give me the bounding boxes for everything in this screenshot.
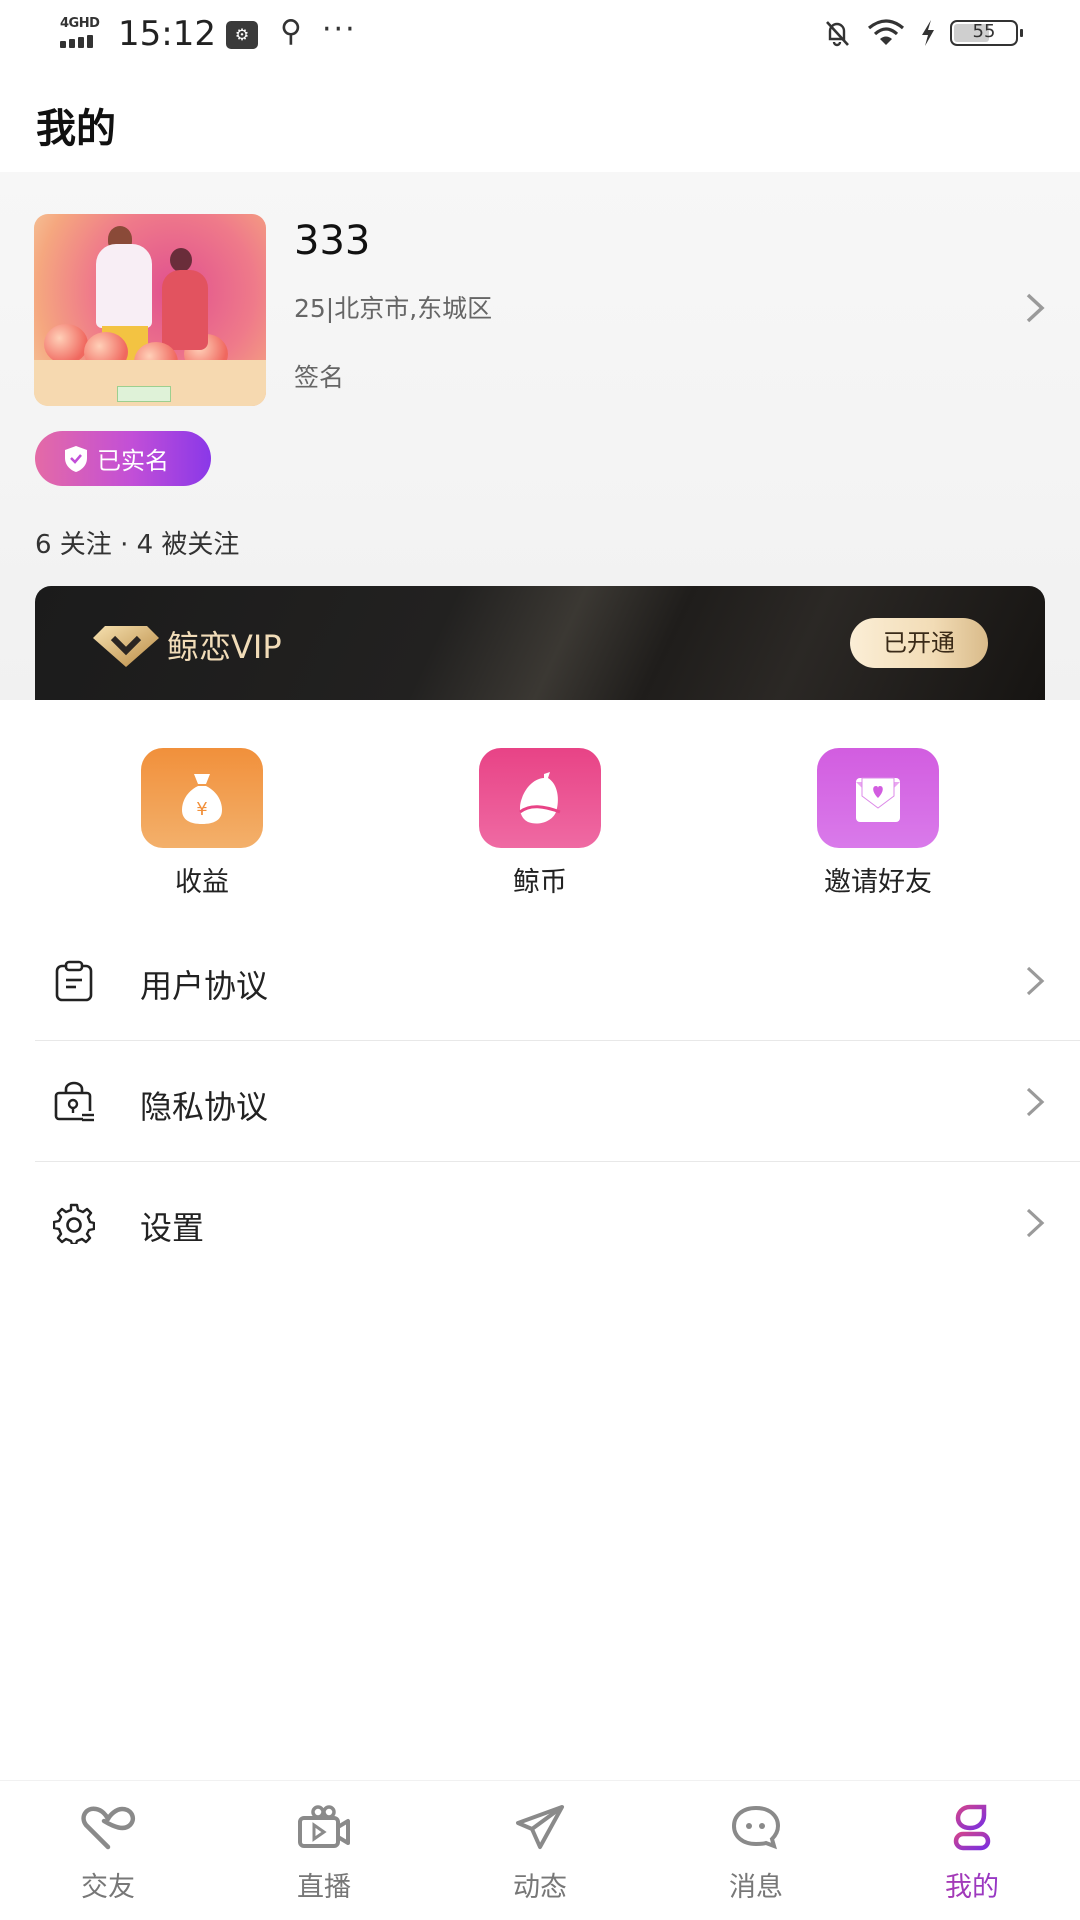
quick-action-whale-coin[interactable]: 鲸币: [440, 748, 640, 899]
battery-icon: 55: [950, 20, 1023, 46]
age-location: 25|北京市,东城区: [294, 294, 493, 323]
bottom-tab-bar: 交友 直播 动态 消息 我的: [0, 1780, 1080, 1920]
vip-diamond-icon: [93, 626, 159, 667]
chevron-right-icon[interactable]: [1020, 290, 1050, 326]
menu-item-label: 设置: [140, 1209, 205, 1247]
heart-icon: [81, 1806, 135, 1850]
chevron-right-icon: [1026, 1087, 1045, 1117]
quick-action-earnings[interactable]: ¥ 收益: [102, 748, 302, 899]
tab-label: 直播: [297, 1872, 351, 1903]
lock-briefcase-icon: [54, 1081, 94, 1122]
paper-plane-icon: [516, 1805, 564, 1849]
menu-item-settings[interactable]: 设置: [35, 1162, 1080, 1283]
whale-coin-icon: [479, 748, 601, 848]
gear-icon: [53, 1203, 95, 1244]
avatar[interactable]: [34, 214, 266, 406]
chevron-right-icon: [1026, 1208, 1045, 1238]
signal-icon: 4GHD: [58, 16, 104, 50]
svg-text:¥: ¥: [196, 799, 207, 820]
tab-label: 我的: [864, 1865, 1080, 1904]
quick-action-label: 鲸币: [513, 867, 567, 898]
network-type: 4GHD: [60, 16, 100, 31]
quick-action-invite-friends[interactable]: 邀请好友: [778, 748, 978, 899]
usb-icon: ⚲: [280, 14, 302, 49]
profile-icon: [953, 1804, 991, 1851]
status-bar: 4GHD 15:12 ⚙ ⚲ ··· 55: [0, 0, 1080, 70]
nickname: 333: [294, 218, 371, 264]
signature: 签名: [294, 363, 345, 392]
tab-label: 动态: [513, 1872, 567, 1903]
tab-friends[interactable]: 交友: [0, 1781, 216, 1920]
quick-actions: ¥ 收益 鲸币 邀请好友: [0, 700, 1080, 900]
tab-label: 消息: [729, 1872, 783, 1903]
menu-item-privacy-policy[interactable]: 隐私协议: [35, 1041, 1080, 1162]
battery-level: 55: [972, 21, 996, 42]
menu-item-label: 用户协议: [140, 967, 269, 1005]
invite-envelope-icon: [817, 748, 939, 848]
clipboard-icon: [55, 960, 93, 1002]
quick-action-label: 邀请好友: [824, 867, 932, 898]
chat-bubble-icon: [731, 1805, 781, 1850]
tab-messages[interactable]: 消息: [648, 1781, 864, 1920]
tab-moments[interactable]: 动态: [432, 1781, 648, 1920]
tab-label: 交友: [81, 1872, 135, 1903]
vip-title: 鲸恋VIP: [167, 628, 282, 666]
page-title: 我的: [36, 106, 116, 152]
menu-item-user-agreement[interactable]: 用户协议: [35, 920, 1080, 1041]
wifi-icon: [867, 19, 905, 45]
settings-menu: 用户协议 隐私协议 设置: [35, 920, 1080, 1283]
tab-live[interactable]: 直播: [216, 1781, 432, 1920]
follow-stats[interactable]: 6 关注 · 4 被关注: [35, 524, 239, 561]
verified-label: 已实名: [97, 447, 169, 475]
menu-item-label: 隐私协议: [140, 1088, 269, 1126]
usb-settings-icon: ⚙: [226, 21, 258, 49]
charging-icon: [922, 20, 934, 46]
money-bag-icon: ¥: [141, 748, 263, 848]
clock: 15:12: [118, 14, 216, 54]
shield-check-icon: [65, 445, 87, 472]
vip-card[interactable]: 鲸恋VIP 已开通: [35, 586, 1045, 700]
chevron-right-icon: [1026, 966, 1045, 996]
mute-icon: [826, 21, 849, 47]
video-camera-icon: [298, 1805, 350, 1848]
tab-me[interactable]: 我的: [864, 1781, 1080, 1920]
more-icon: ···: [322, 12, 357, 47]
verified-badge: 已实名: [35, 431, 211, 486]
vip-status-button[interactable]: 已开通: [850, 618, 988, 668]
quick-action-label: 收益: [175, 867, 229, 898]
